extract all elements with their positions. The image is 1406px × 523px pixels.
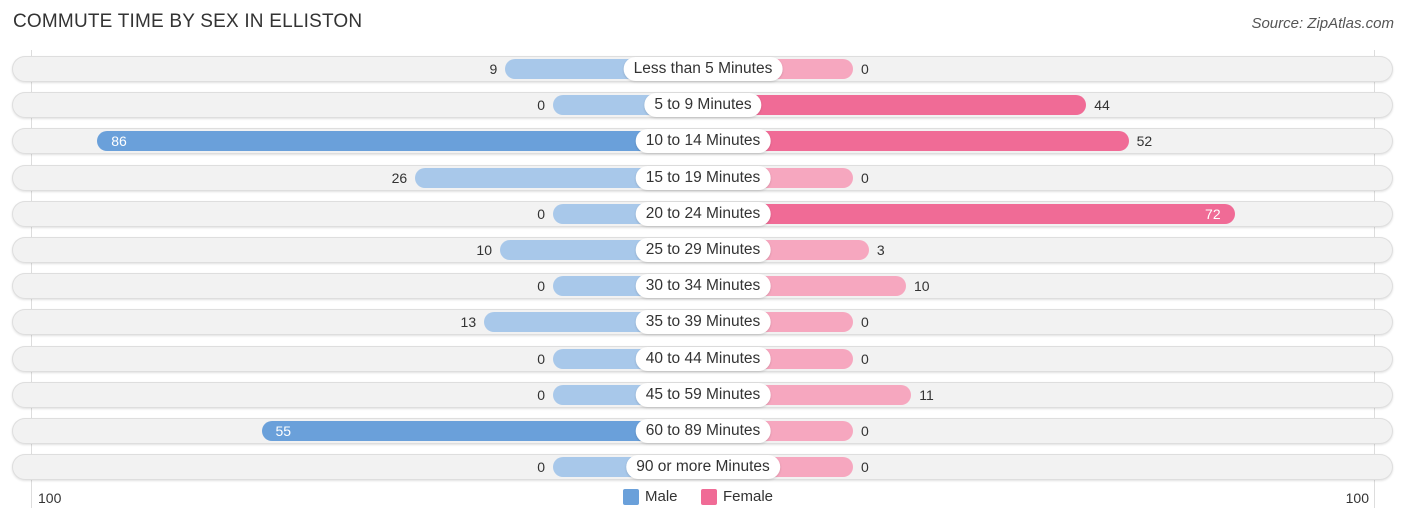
value-label-male: 13	[460, 314, 477, 331]
value-label-male: 86	[111, 133, 127, 150]
category-label: 45 to 59 Minutes	[635, 382, 771, 407]
value-label-male: 0	[537, 97, 545, 114]
value-label-female: 11	[919, 386, 934, 403]
value-label-female: 3	[876, 242, 885, 258]
legend-male-swatch	[623, 488, 639, 505]
value-label-male: 0	[537, 459, 545, 476]
category-label: Less than 5 Minutes	[623, 57, 783, 81]
legend-female: Female	[701, 488, 773, 505]
category-label: 25 to 29 Minutes	[635, 238, 771, 262]
category-label: 15 to 19 Minutes	[635, 165, 771, 190]
category-label: 5 to 9 Minutes	[644, 93, 762, 118]
bar-female	[703, 203, 1235, 224]
axis-right-label: 100	[1345, 490, 1369, 506]
category-label: 90 or more Minutes	[626, 455, 780, 480]
value-label-female: 72	[1205, 205, 1221, 222]
category-label: 40 to 44 Minutes	[635, 346, 771, 371]
value-label-male: 0	[537, 386, 545, 403]
value-label-male: 9	[489, 61, 498, 77]
value-label-female: 52	[1136, 133, 1153, 150]
value-label-female: 0	[861, 423, 869, 439]
value-label-male: 10	[476, 242, 492, 258]
value-label-male: 0	[537, 278, 545, 295]
category-label: 30 to 34 Minutes	[635, 274, 771, 299]
legend-female-label: Female	[723, 488, 774, 505]
legend-male: Male	[623, 488, 678, 505]
value-label-female: 0	[861, 169, 869, 186]
legend-female-swatch	[701, 488, 717, 505]
value-label-male: 55	[275, 423, 292, 439]
value-label-female: 0	[861, 350, 869, 367]
category-label: 20 to 24 Minutes	[635, 201, 771, 226]
value-label-female: 10	[914, 278, 930, 295]
bar-male	[97, 131, 703, 152]
chart-root: COMMUTE TIME BY SEX IN ELLISTON Source: …	[0, 0, 1406, 523]
value-label-female: 0	[861, 459, 869, 476]
chart-title: COMMUTE TIME BY SEX IN ELLISTON	[13, 11, 363, 32]
value-label-male: 0	[537, 205, 545, 222]
category-label: 60 to 89 Minutes	[635, 419, 771, 443]
axis-left-label: 100	[38, 490, 62, 506]
value-label-male: 26	[391, 169, 408, 186]
value-label-female: 44	[1094, 97, 1110, 114]
category-label: 35 to 39 Minutes	[635, 310, 771, 335]
category-label: 10 to 14 Minutes	[635, 129, 771, 154]
value-label-male: 0	[537, 350, 545, 367]
value-label-female: 0	[861, 61, 869, 77]
value-label-female: 0	[861, 314, 869, 331]
legend-male-label: Male	[645, 488, 678, 505]
source-label: Source: ZipAtlas.com	[1251, 15, 1394, 32]
